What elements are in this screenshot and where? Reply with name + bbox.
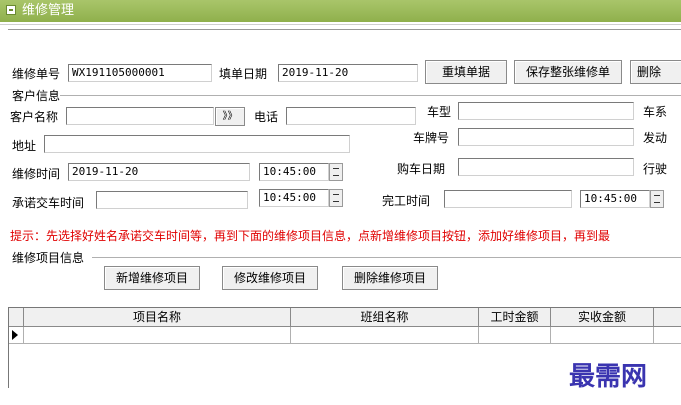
row-indicator xyxy=(9,327,24,343)
remove-item-button[interactable]: 删除维修项目 xyxy=(342,266,438,290)
minimize-icon[interactable] xyxy=(6,5,16,15)
hint-text: 提示：先选择好姓名承诺交车时间等，再到下面的维修项目信息，点新增维修项目按钮，添… xyxy=(10,229,611,243)
promise-date-field[interactable] xyxy=(96,191,248,209)
phone-label: 电话 xyxy=(254,110,279,124)
promise-time-label: 承诺交车时间 xyxy=(12,196,85,210)
plate-field[interactable] xyxy=(458,128,634,146)
purchase-date-label: 购车日期 xyxy=(397,162,446,176)
car-model-field[interactable] xyxy=(458,102,634,120)
finish-clock-field[interactable]: 10:45:00 xyxy=(580,190,650,208)
mileage-label: 行驶 xyxy=(643,162,668,176)
repair-clock-field[interactable]: 10:45:00 xyxy=(259,163,329,181)
table-row[interactable] xyxy=(9,327,681,344)
plate-label: 车牌号 xyxy=(413,131,450,145)
column-header[interactable]: 班组名称 xyxy=(291,308,479,326)
car-model-label: 车型 xyxy=(427,105,452,119)
column-header[interactable]: 实收金额 xyxy=(551,308,654,326)
table-header: 项目名称 班组名称 工时金额 实收金额 xyxy=(9,308,681,327)
car-series-label: 车系 xyxy=(643,105,668,119)
reset-button[interactable]: 重填单据 xyxy=(425,60,507,84)
order-no-field[interactable]: WX191105000001 xyxy=(68,64,212,82)
edit-item-button[interactable]: 修改维修项目 xyxy=(222,266,318,290)
finish-time-label: 完工时间 xyxy=(382,194,431,208)
column-header[interactable]: 项目名称 xyxy=(24,308,291,326)
divider xyxy=(8,29,681,30)
table-cell[interactable] xyxy=(291,327,479,343)
watermark: 最需网 xyxy=(569,362,648,392)
delete-button[interactable]: 删除 xyxy=(630,60,681,84)
divider xyxy=(0,24,681,25)
fill-date-field[interactable]: 2019-11-20 xyxy=(278,64,418,82)
customer-name-field[interactable] xyxy=(66,107,214,125)
order-no-label: 维修单号 xyxy=(12,67,61,81)
table-cell[interactable] xyxy=(479,327,551,343)
promise-clock-field[interactable]: 10:45:00 xyxy=(259,189,329,207)
customer-group-label: 客户信息 xyxy=(12,89,61,103)
browse-customer-button[interactable]: 》》 xyxy=(215,107,245,126)
finish-clock-spinner[interactable] xyxy=(650,190,664,208)
repair-clock-spinner[interactable] xyxy=(329,163,343,181)
items-group-label: 维修项目信息 xyxy=(12,251,85,265)
table-cell[interactable] xyxy=(24,327,291,343)
customer-name-label: 客户名称 xyxy=(10,110,59,124)
repair-date-field[interactable]: 2019-11-20 xyxy=(68,163,250,181)
fill-date-label: 填单日期 xyxy=(219,67,268,81)
address-label: 地址 xyxy=(12,139,37,153)
repair-time-label: 维修时间 xyxy=(12,167,61,181)
add-item-button[interactable]: 新增维修项目 xyxy=(104,266,200,290)
row-indicator-header xyxy=(9,308,24,326)
promise-clock-spinner[interactable] xyxy=(329,189,343,207)
table-cell[interactable] xyxy=(551,327,654,343)
save-button[interactable]: 保存整张维修单 xyxy=(514,60,622,84)
column-header[interactable]: 工时金额 xyxy=(479,308,551,326)
engine-label: 发动 xyxy=(643,131,668,145)
window-titlebar: 维修管理 xyxy=(0,0,681,22)
finish-date-field[interactable] xyxy=(444,190,572,208)
address-field[interactable] xyxy=(44,135,350,153)
customer-group-border xyxy=(60,95,681,96)
purchase-date-field[interactable] xyxy=(458,158,634,176)
phone-field[interactable] xyxy=(286,107,416,125)
window-title: 维修管理 xyxy=(22,3,75,18)
current-row-pointer-icon xyxy=(12,330,18,340)
items-group-border xyxy=(92,257,681,258)
